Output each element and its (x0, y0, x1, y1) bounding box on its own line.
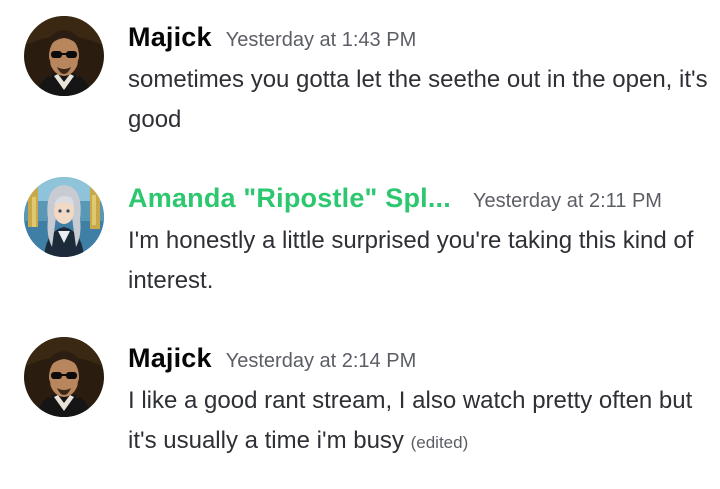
timestamp[interactable]: Yesterday at 2:14 PM (226, 350, 417, 373)
message-content: I like a good rant stream, I also watch … (128, 381, 708, 463)
chat-message-list: Majick Yesterday at 1:43 PM sometimes yo… (0, 0, 720, 489)
username[interactable]: Majick (128, 22, 212, 53)
username[interactable]: Amanda "Ripostle" Spl... (128, 183, 451, 214)
message-header: Majick Yesterday at 1:43 PM (128, 22, 416, 53)
edited-label: (edited) (410, 433, 469, 452)
message-content: I'm honestly a little surprised you're t… (128, 221, 708, 301)
majick-avatar-icon[interactable] (24, 16, 104, 96)
amanda-avatar-icon[interactable] (24, 177, 104, 257)
message-content: sometimes you gotta let the seethe out i… (128, 60, 708, 140)
majick-avatar-icon[interactable] (24, 337, 104, 417)
timestamp[interactable]: Yesterday at 2:11 PM (473, 190, 662, 213)
message-text: I'm honestly a little surprised you're t… (128, 227, 694, 294)
timestamp[interactable]: Yesterday at 1:43 PM (226, 29, 417, 52)
message-header: Majick Yesterday at 2:14 PM (128, 343, 416, 374)
message-header: Amanda "Ripostle" Spl... Yesterday at 2:… (128, 183, 662, 214)
message-text: sometimes you gotta let the seethe out i… (128, 66, 708, 133)
username[interactable]: Majick (128, 343, 212, 374)
